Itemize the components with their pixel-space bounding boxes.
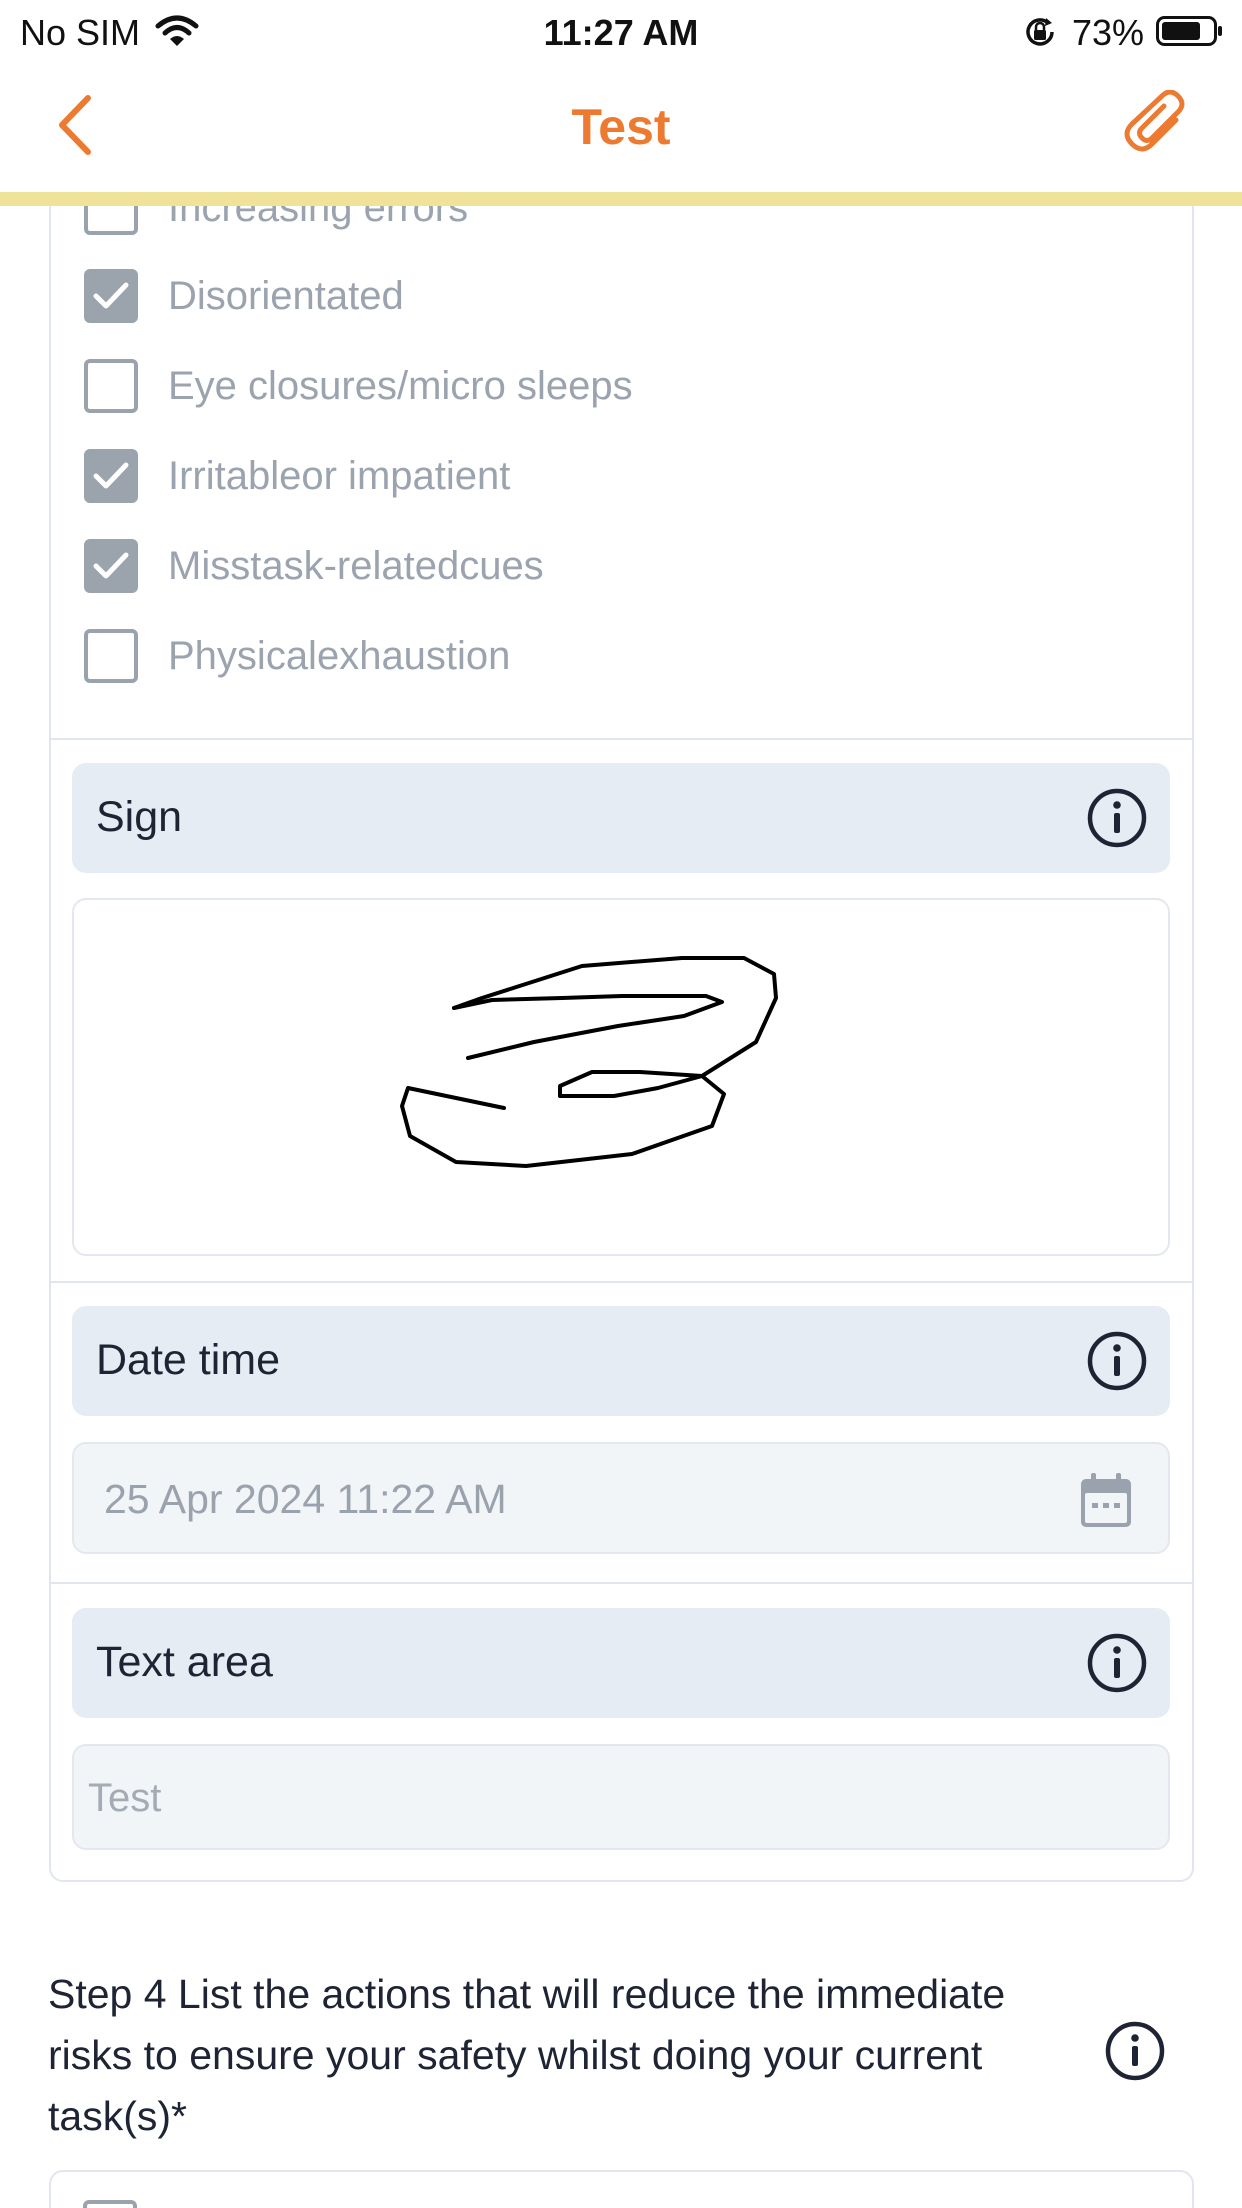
checkbox[interactable]: [84, 359, 138, 413]
info-icon[interactable]: [1104, 2020, 1166, 2087]
signature-pad[interactable]: [72, 898, 1170, 1256]
text-area-section-header: Text area: [72, 1608, 1170, 1718]
checkbox[interactable]: [83, 2200, 137, 2208]
text-area-field[interactable]: Test: [72, 1744, 1170, 1850]
divider: [50, 1582, 1193, 1584]
date-time-value: 25 Apr 2024 11:22 AM: [104, 1476, 507, 1522]
battery-icon: [1156, 16, 1224, 51]
divider: [50, 1281, 1193, 1283]
section-title: Date time: [96, 1336, 281, 1384]
checkbox-label: Physicalexhaustion: [168, 633, 511, 678]
paperclip-icon[interactable]: [1122, 89, 1192, 165]
step-4-card: [49, 2170, 1194, 2208]
checkbox-label: Eye closures/micro sleeps: [168, 363, 633, 408]
section-title: Sign: [96, 793, 183, 841]
date-section-header: Date time: [72, 1306, 1170, 1416]
form-content[interactable]: Increasing errors Disorientated Eye clos…: [0, 206, 1242, 2208]
navigation-bar: Test: [0, 62, 1242, 192]
checkbox[interactable]: [84, 449, 138, 503]
checkbox-row[interactable]: Physicalexhaustion: [84, 628, 510, 684]
checkbox[interactable]: [84, 629, 138, 683]
progress-strip: [0, 192, 1242, 206]
checkbox-label: Disorientated: [168, 273, 404, 318]
calendar-icon[interactable]: [1078, 1470, 1134, 1535]
sign-section-header: Sign: [72, 763, 1170, 873]
checkbox-label: Increasing errors: [168, 206, 469, 230]
battery-percentage: 73%: [1072, 12, 1145, 53]
checkbox-label: Irritableor impatient: [168, 453, 511, 498]
info-icon[interactable]: [1086, 1632, 1148, 1699]
signature-drawing: [400, 956, 778, 1168]
step-4-heading: Step 4 List the actions that will reduce…: [48, 1971, 1006, 2139]
section-title: Text area: [96, 1638, 273, 1686]
info-icon[interactable]: [1086, 1330, 1148, 1397]
checkbox-row[interactable]: Increasing errors: [84, 206, 468, 236]
checkbox-row[interactable]: Eye closures/micro sleeps: [84, 358, 633, 414]
text-area-value: Test: [88, 1776, 162, 1820]
date-time-field[interactable]: 25 Apr 2024 11:22 AM: [72, 1442, 1170, 1554]
checkbox[interactable]: [84, 539, 138, 593]
rotation-lock-icon: [1022, 14, 1058, 55]
checkbox[interactable]: [84, 206, 138, 235]
status-bar: No SIM 11:27 AM 73%: [0, 0, 1242, 62]
page-title: Test: [571, 99, 671, 155]
checkbox-row[interactable]: Irritableor impatient: [84, 448, 510, 504]
checkbox-row[interactable]: Disorientated: [84, 268, 404, 324]
checkbox-row[interactable]: Misstask-relatedcues: [84, 538, 544, 594]
checkbox-label: Misstask-relatedcues: [168, 543, 544, 588]
info-icon[interactable]: [1086, 787, 1148, 854]
checkbox[interactable]: [84, 269, 138, 323]
divider: [50, 738, 1193, 740]
